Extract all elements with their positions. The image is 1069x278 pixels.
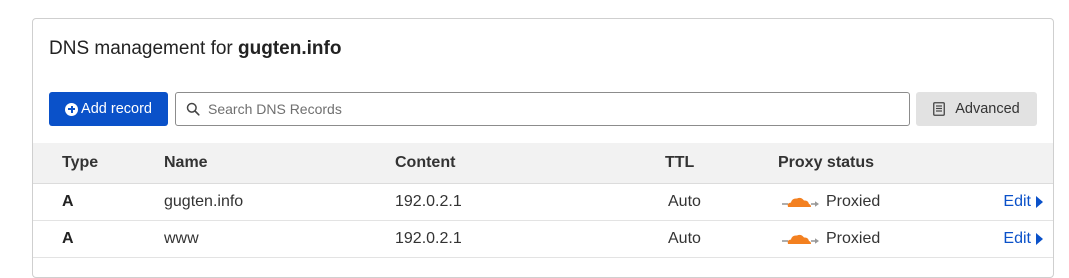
- plus-circle-icon: [65, 102, 79, 116]
- toolbar: Add record Advanced: [49, 92, 1037, 126]
- dns-management-card: DNS management for gugten.info Add recor…: [32, 18, 1054, 278]
- caret-right-icon: [1036, 196, 1043, 208]
- column-header-ttl[interactable]: TTL: [665, 143, 694, 183]
- proxy-status: Proxied: [782, 221, 880, 257]
- page-title-domain: gugten.info: [238, 38, 342, 59]
- record-ttl: Auto: [668, 230, 701, 247]
- add-record-button[interactable]: Add record: [49, 92, 168, 126]
- record-content: 192.0.2.1: [395, 230, 462, 247]
- search-box[interactable]: [175, 92, 910, 126]
- document-icon: [933, 102, 946, 116]
- advanced-label: Advanced: [955, 101, 1020, 117]
- record-type: A: [62, 193, 74, 210]
- search-icon: [186, 102, 200, 116]
- proxy-status-label: Proxied: [826, 230, 881, 247]
- column-header-type[interactable]: Type: [62, 143, 98, 183]
- edit-link[interactable]: Edit: [1003, 184, 1043, 220]
- record-ttl: Auto: [668, 193, 701, 210]
- table-header: Type Name Content TTL Proxy status: [33, 143, 1053, 184]
- add-record-label: Add record: [81, 101, 152, 117]
- proxy-status: Proxied: [782, 184, 880, 220]
- page-title-prefix: DNS management for: [49, 38, 239, 59]
- column-header-name[interactable]: Name: [164, 143, 208, 183]
- cloud-proxied-icon: [782, 195, 820, 209]
- column-header-proxy-status[interactable]: Proxy status: [778, 143, 874, 183]
- edit-label: Edit: [1003, 193, 1031, 210]
- table-row[interactable]: A gugten.info 192.0.2.1 Auto Proxied Edi…: [33, 184, 1053, 221]
- table-row[interactable]: A www 192.0.2.1 Auto Proxied Edit: [33, 221, 1053, 258]
- cloud-proxied-icon: [782, 232, 820, 246]
- caret-right-icon: [1036, 233, 1043, 245]
- record-name: www: [164, 230, 199, 247]
- record-name: gugten.info: [164, 193, 244, 210]
- edit-link[interactable]: Edit: [1003, 221, 1043, 257]
- proxy-status-label: Proxied: [826, 193, 881, 210]
- record-content: 192.0.2.1: [395, 193, 462, 210]
- search-input[interactable]: [206, 100, 890, 118]
- column-header-content[interactable]: Content: [395, 143, 455, 183]
- advanced-button[interactable]: Advanced: [916, 92, 1037, 126]
- page-title: DNS management for gugten.info: [49, 38, 341, 60]
- record-type: A: [62, 230, 74, 247]
- edit-label: Edit: [1003, 230, 1031, 247]
